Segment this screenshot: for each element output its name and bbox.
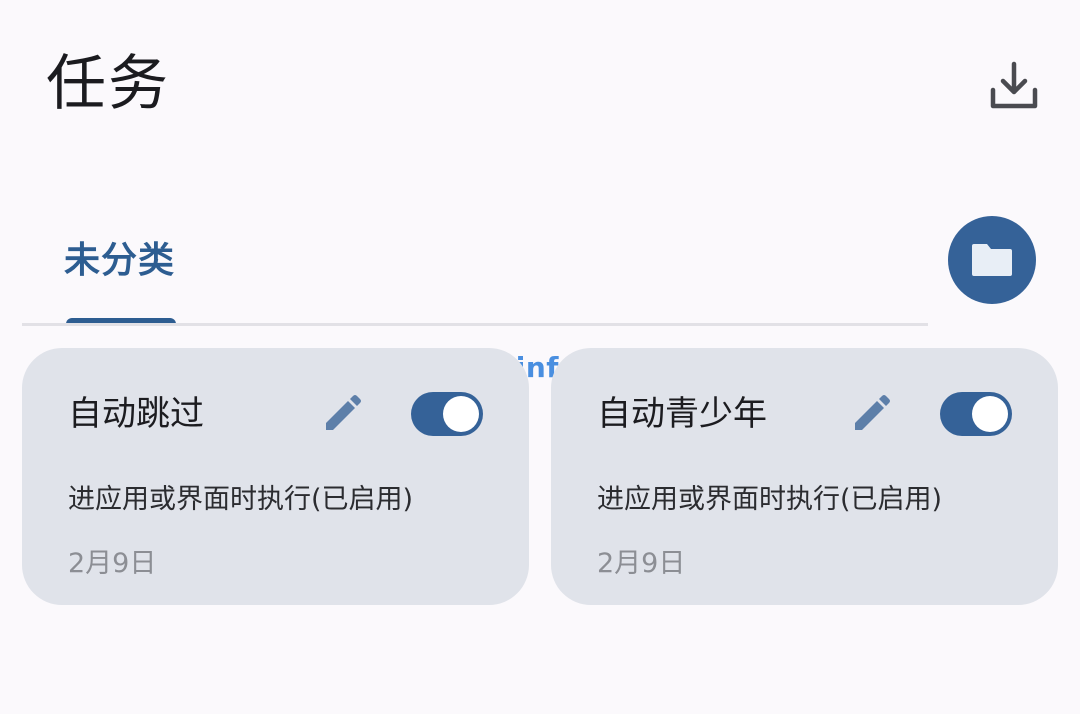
tab-uncategorized[interactable]: 未分类: [64, 236, 176, 326]
tab-label: 未分类: [64, 240, 176, 281]
task-date: 2月9日: [597, 548, 686, 579]
tab-divider: [22, 323, 928, 326]
task-toggle[interactable]: [411, 392, 483, 436]
download-icon: [990, 61, 1038, 109]
task-description: 进应用或界面时执行(已启用): [597, 484, 943, 515]
download-button[interactable]: [984, 56, 1044, 116]
folder-button[interactable]: [948, 216, 1036, 304]
task-toggle[interactable]: [940, 392, 1012, 436]
folder-icon: [972, 244, 1012, 276]
edit-icon[interactable]: [320, 392, 364, 436]
tab-bar: 未分类: [22, 222, 928, 326]
page-title: 任务: [46, 49, 170, 119]
task-description: 进应用或界面时执行(已启用): [68, 484, 414, 515]
task-card[interactable]: 自动跳过 进应用或界面时执行(已启用) 2月9日: [22, 348, 529, 605]
edit-icon[interactable]: [849, 392, 893, 436]
toggle-knob: [972, 396, 1008, 432]
task-title: 自动青少年: [597, 394, 767, 434]
task-title: 自动跳过: [68, 394, 204, 434]
task-date: 2月9日: [68, 548, 157, 579]
task-card[interactable]: 自动青少年 进应用或界面时执行(已启用) 2月9日: [551, 348, 1058, 605]
toggle-knob: [443, 396, 479, 432]
